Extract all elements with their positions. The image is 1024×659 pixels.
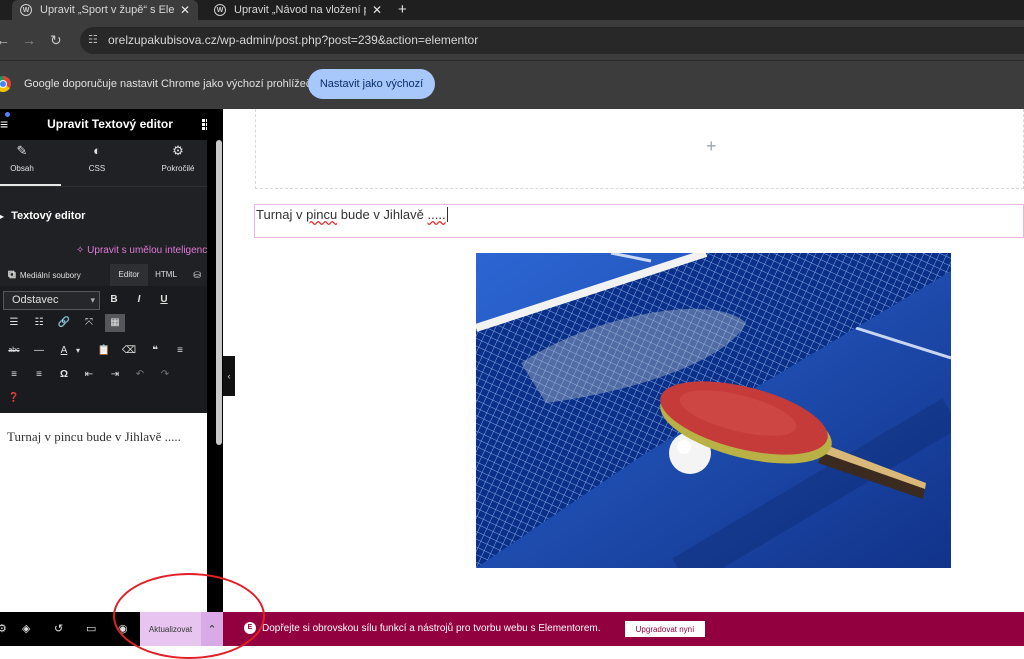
- toolbar-toggle-icon[interactable]: ▦: [105, 314, 125, 332]
- settings-icon[interactable]: ⚙: [0, 612, 7, 646]
- text-cursor: [446, 207, 448, 222]
- tab-content[interactable]: ✎ Obsah: [0, 140, 44, 186]
- chevron-down-icon[interactable]: ▾: [72, 342, 84, 360]
- upgrade-button[interactable]: Upgradovat nyní: [625, 621, 705, 637]
- fullscreen-icon[interactable]: ⤧: [79, 314, 99, 332]
- misspelled-dots: .....: [427, 207, 446, 222]
- undo-icon[interactable]: ↶: [130, 366, 150, 384]
- css-icon: ◐: [93, 143, 101, 158]
- media-label: Mediální soubory: [19, 271, 81, 280]
- infobar-text: Google doporučuje nastavit Chrome jako v…: [24, 78, 312, 90]
- bold-icon[interactable]: B: [104, 291, 124, 309]
- gear-icon: ⚙: [172, 143, 184, 158]
- italic-icon[interactable]: I: [129, 291, 149, 309]
- browser-tab-active[interactable]: W Upravit „Sport v župě“ s Elementorem ✕: [12, 0, 198, 20]
- tab-title: Upravit „Sport v župě“ s Elementorem: [40, 4, 174, 16]
- menu-icon[interactable]: ≡: [0, 116, 8, 132]
- text-color-icon[interactable]: A: [54, 342, 74, 360]
- responsive-mode-icon[interactable]: ▭: [86, 612, 96, 646]
- sparkle-icon: ✧: [76, 245, 85, 256]
- section-title-text: Textový editor: [11, 210, 86, 222]
- panel-title: Upravit Textový editor: [47, 117, 173, 131]
- panel-scrollbar-thumb[interactable]: [216, 140, 222, 445]
- ping-pong-illustration: [476, 253, 951, 568]
- editor-visual-tab[interactable]: Editor: [110, 264, 148, 286]
- reload-icon[interactable]: ↻: [50, 20, 62, 60]
- browser-tab[interactable]: W Upravit „Návod na vložení příspěvku“ ✕: [206, 0, 390, 20]
- close-tab-icon[interactable]: ✕: [372, 3, 382, 17]
- clear-formatting-icon[interactable]: ⌫: [119, 342, 139, 360]
- paste-text-icon[interactable]: 📋: [94, 342, 114, 360]
- back-icon[interactable]: ←: [0, 20, 10, 60]
- horizontal-line-icon[interactable]: —: [29, 342, 49, 360]
- annotation-circle: [113, 573, 265, 659]
- align-left-icon[interactable]: ≡: [170, 342, 190, 360]
- site-settings-icon[interactable]: ☷: [88, 27, 98, 54]
- text-part: bude v Jihlavě: [337, 207, 428, 222]
- set-default-button[interactable]: Nastavit jako výchozí: [308, 69, 435, 99]
- media-icon: ⧉: [8, 269, 16, 281]
- media-button[interactable]: ⧉ Mediální soubory: [8, 265, 81, 285]
- ping-pong-image[interactable]: [476, 253, 951, 568]
- notification-dot: [5, 112, 10, 117]
- blockquote-icon[interactable]: ❝: [145, 342, 165, 360]
- indent-icon[interactable]: ⇥: [105, 366, 125, 384]
- align-right-icon[interactable]: ≡: [29, 366, 49, 384]
- redo-icon[interactable]: ↷: [155, 366, 175, 384]
- format-select[interactable]: Odstavec: [3, 291, 100, 310]
- collapse-panel-icon[interactable]: ‹: [223, 356, 235, 396]
- tab-title: Upravit „Návod na vložení příspěvku“: [234, 4, 366, 16]
- ai-edit-button[interactable]: ✧ Upravit s umělou inteligencí: [76, 245, 210, 256]
- pencil-icon: ✎: [16, 143, 28, 158]
- misspelled-word: pincu: [306, 207, 338, 222]
- editor-content[interactable]: Turnaj v pincu bude v Jihlavě .....: [7, 429, 181, 445]
- link-icon[interactable]: 🔗: [54, 314, 74, 332]
- align-center-icon[interactable]: ≡: [4, 366, 24, 384]
- close-tab-icon[interactable]: ✕: [180, 3, 190, 17]
- underline-icon[interactable]: U: [154, 291, 174, 309]
- tab-advanced[interactable]: ⚙ Pokročilé: [150, 140, 206, 186]
- text-part: Turnaj v: [256, 207, 307, 222]
- tab-label: Pokročilé: [161, 164, 195, 173]
- tab-css[interactable]: ◐ CSS: [75, 140, 119, 186]
- bullet-list-icon[interactable]: ☰: [4, 314, 24, 332]
- special-character-icon[interactable]: Ω: [54, 366, 74, 384]
- promo-text: Dopřejte si obrovskou sílu funkcí a nást…: [262, 623, 601, 634]
- widget-text[interactable]: Turnaj v pincu bude v Jihlavě .....: [256, 207, 448, 222]
- ai-edit-label: Upravit s umělou inteligencí: [87, 245, 211, 256]
- dynamic-tags-icon[interactable]: ⛁: [190, 264, 204, 286]
- navigator-icon[interactable]: ◈: [22, 612, 30, 646]
- editor-html-tab[interactable]: HTML: [148, 264, 184, 286]
- outdent-icon[interactable]: ⇤: [79, 366, 99, 384]
- strikethrough-icon[interactable]: abc: [4, 342, 24, 360]
- tab-label: CSS: [88, 164, 106, 173]
- section-title[interactable]: ▸ Textový editor: [0, 210, 85, 222]
- forward-icon[interactable]: →: [22, 20, 36, 60]
- help-icon[interactable]: ❓: [4, 388, 24, 406]
- caret-icon: ▸: [0, 212, 5, 221]
- url-text[interactable]: orelzupakubisova.cz/wp-admin/post.php?po…: [108, 27, 478, 54]
- wordpress-icon: W: [214, 4, 226, 16]
- wordpress-icon: W: [20, 4, 32, 16]
- numbered-list-icon[interactable]: ☷: [29, 314, 49, 332]
- add-section-icon[interactable]: +: [706, 136, 717, 157]
- divider: [0, 186, 215, 187]
- tab-label: Obsah: [10, 164, 34, 173]
- history-icon[interactable]: ↺: [54, 612, 63, 646]
- new-tab-icon[interactable]: +: [398, 0, 407, 20]
- add-section-dropzone: [255, 109, 1024, 189]
